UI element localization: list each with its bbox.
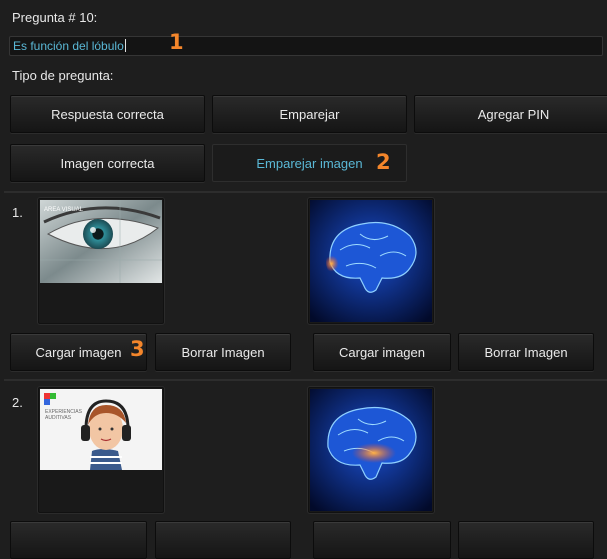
delete-image-button-right[interactable]: Borrar Imagen [458, 333, 594, 371]
annotation-marker-1: 1 [169, 30, 184, 54]
annotation-marker-3: 3 [130, 337, 145, 361]
brain-temporal-lobe-image [310, 389, 432, 511]
question-text-value: Es función del lóbulo [13, 39, 124, 53]
question-text-input[interactable]: Es función del lóbulo [9, 36, 603, 56]
pair-number: 2. [12, 395, 23, 410]
question-number-label: Pregunta # 10: [12, 10, 98, 25]
type-button-correct-image[interactable]: Imagen correcta [10, 144, 205, 182]
right-image-slot[interactable] [308, 198, 434, 324]
right-image-slot[interactable] [308, 387, 434, 513]
image-caption: EXPERIENCIAS AUDITIVAS [45, 409, 82, 421]
brain-occipital-lobe-image [310, 200, 432, 322]
text-caret [124, 39, 126, 52]
section-divider [4, 379, 607, 381]
question-type-label: Tipo de pregunta: [12, 68, 114, 83]
image-caption: AREA VISUAL [44, 207, 84, 213]
left-image-slot[interactable]: AREA VISUAL [38, 198, 164, 324]
left-image-slot[interactable]: EXPERIENCIAS AUDITIVAS [38, 387, 164, 513]
load-image-button[interactable]: Cargar imagen [10, 333, 147, 371]
type-button-add-pin[interactable]: Agregar PIN [414, 95, 607, 133]
type-button-match[interactable]: Emparejar [212, 95, 407, 133]
pair-number: 1. [12, 205, 23, 220]
type-button-correct-answer[interactable]: Respuesta correcta [10, 95, 205, 133]
load-image-button-right[interactable]: Cargar imagen [313, 333, 451, 371]
delete-image-button[interactable]: Borrar Imagen [155, 333, 291, 371]
child-headphones-image [40, 389, 162, 470]
section-divider [4, 191, 607, 193]
annotation-marker-2: 2 [376, 150, 391, 174]
